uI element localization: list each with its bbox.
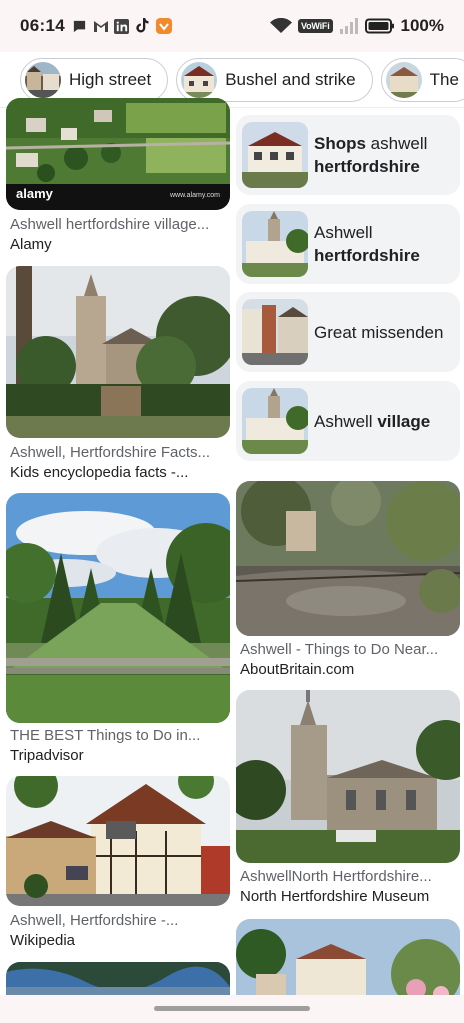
result-title: Ashwell, Hertfordshire -... (10, 912, 179, 929)
battery-icon (364, 18, 395, 34)
signal-icon (339, 18, 359, 34)
result-title: Ashwell - Things to Do Near... (240, 641, 439, 658)
result-source: Tripadvisor (10, 747, 84, 764)
result-image (236, 690, 460, 863)
result-title: AshwellNorth Hertfordshire... (240, 868, 432, 885)
watermark-url: www.alamy.com (169, 192, 220, 199)
related-search-thumbnail (242, 122, 308, 188)
chip-the[interactable]: The (380, 57, 464, 102)
result-source: AboutBritain.com (240, 661, 355, 678)
result-title: Ashwell, Hertfordshire Facts... (10, 444, 211, 461)
related-search-card[interactable]: Ashwell hertfordshire (236, 204, 460, 284)
gmail-icon (93, 18, 109, 34)
result-image (6, 776, 230, 906)
result-card[interactable] (6, 962, 230, 995)
status-time: 06:14 (20, 16, 65, 35)
status-bar: 06:14 VoWiFi 100% (0, 0, 464, 52)
result-title: Ashwell hertfordshire village... (10, 216, 210, 233)
related-search-thumbnail (242, 388, 308, 454)
result-image (6, 266, 230, 438)
result-image: alamy www.alamy.com (6, 98, 230, 210)
result-source: North Hertfordshire Museum (240, 888, 430, 905)
result-card[interactable]: THE BEST Things to Do in... Tripadvisor (6, 493, 230, 768)
result-source: Wikipedia (10, 932, 76, 949)
tiktok-icon (135, 18, 151, 34)
related-search-card[interactable]: Ashwell village (236, 381, 460, 461)
linkedin-icon (114, 18, 130, 34)
chip-thumbnail (25, 61, 61, 98)
related-search-label: Great missenden (314, 322, 444, 342)
system-navigation-bar (0, 995, 464, 1023)
result-image (236, 919, 460, 995)
result-source: Kids encyclopedia facts -... (10, 464, 189, 481)
chat-bubble-icon (72, 18, 88, 34)
chip-thumbnail (385, 61, 422, 98)
result-source: Alamy (10, 236, 52, 253)
result-card[interactable]: Ashwell, Hertfordshire Facts... Kids enc… (6, 266, 230, 486)
chip-thumbnail (181, 61, 218, 98)
battery-percent: 100% (400, 16, 444, 35)
chip-label: Bushel and strike (225, 69, 356, 89)
system-status-icons: VoWiFi 100% (269, 16, 444, 36)
result-card[interactable]: Ashwell, Hertfordshire -... Wikipedia (6, 776, 230, 956)
chip-high-street[interactable]: High street (20, 57, 169, 102)
result-card[interactable]: Ashwell - Things to Do Near... AboutBrit… (236, 481, 460, 681)
result-image (236, 481, 460, 636)
related-search-card[interactable]: Great missenden (236, 292, 460, 372)
result-title: THE BEST Things to Do in... (10, 727, 201, 744)
home-gesture-pill[interactable] (154, 1006, 310, 1011)
chip-bushel-and-strike[interactable]: Bushel and strike (176, 57, 373, 102)
notification-icons (72, 18, 172, 34)
related-search-card[interactable]: Shops ashwell hertfordshire (236, 115, 460, 195)
chip-label: The (429, 69, 459, 89)
app-notification-icon (155, 18, 172, 34)
result-card[interactable] (236, 919, 460, 995)
chip-label: High street (69, 69, 152, 89)
related-search-label: Shops ashwell hertfordshire (314, 134, 428, 176)
vowifi-badge: VoWiFi (297, 19, 333, 33)
watermark: alamy (16, 186, 53, 201)
result-image (6, 962, 230, 995)
related-search-label: Ashwell hertfordshire (314, 223, 420, 265)
result-image (6, 493, 230, 723)
result-card[interactable]: alamy www.alamy.com Ashwell hertfordshir… (6, 98, 230, 258)
related-search-label: Ashwell village (314, 411, 431, 431)
result-card[interactable]: AshwellNorth Hertfordshire... North Hert… (236, 690, 460, 910)
wifi-icon (269, 18, 292, 34)
related-search-thumbnail (242, 299, 308, 365)
related-search-thumbnail (242, 211, 308, 277)
